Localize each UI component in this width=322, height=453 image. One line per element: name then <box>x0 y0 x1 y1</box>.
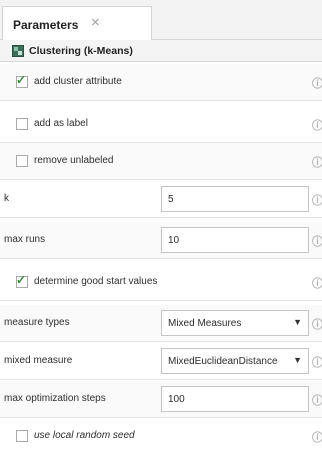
close-icon[interactable]: × <box>91 15 100 31</box>
checkmark-icon: ✓ <box>16 273 27 287</box>
param-row-use-local-random-seed: use local random seed ⓘ <box>0 418 322 453</box>
param-row-max-runs: max runs ⓘ <box>0 222 322 259</box>
param-row-measure-types: measure types Mixed Measures ▼ ⓘ <box>0 305 322 342</box>
max-runs-label: max runs <box>4 234 46 245</box>
k-field[interactable] <box>162 187 308 211</box>
max-runs-field[interactable] <box>162 228 308 252</box>
info-icon[interactable]: ⓘ <box>312 275 322 291</box>
param-row-add-as-label: add as label ⓘ <box>0 106 322 143</box>
tab-parameters[interactable]: Parameters × <box>2 6 152 41</box>
add-cluster-attribute-checkbox[interactable]: ✓ <box>16 73 28 88</box>
tab-title: Parameters <box>13 18 79 32</box>
remove-unlabeled-checkbox[interactable] <box>16 155 28 167</box>
info-icon[interactable]: ⓘ <box>312 354 322 370</box>
operator-title: Clustering (k-Means) <box>29 45 133 57</box>
k-field-box <box>161 186 309 212</box>
add-cluster-attribute-label: add cluster attribute <box>34 76 122 87</box>
k-label: k <box>4 193 9 204</box>
use-local-random-seed-checkbox[interactable] <box>16 430 28 442</box>
mixed-measure-label: mixed measure <box>4 355 73 366</box>
mixed-measure-select[interactable]: MixedEuclideanDistance ▼ <box>161 348 309 374</box>
panel-tab-bar: Parameters × <box>0 0 322 41</box>
max-runs-field-box <box>161 227 309 253</box>
operator-header: Clustering (k-Means) <box>0 40 322 62</box>
info-icon[interactable]: ⓘ <box>312 192 322 208</box>
max-optimization-steps-field[interactable] <box>162 387 308 411</box>
use-local-random-seed-label: use local random seed <box>34 430 135 441</box>
determine-good-start-values-label: determine good start values <box>34 276 158 287</box>
determine-good-start-values-checkbox[interactable]: ✓ <box>16 273 28 288</box>
max-optimization-steps-field-box <box>161 386 309 412</box>
param-row-mixed-measure: mixed measure MixedEuclideanDistance ▼ ⓘ <box>0 343 322 380</box>
dropdown-arrow-icon: ▼ <box>293 355 302 365</box>
info-icon[interactable]: ⓘ <box>312 75 322 91</box>
max-optimization-steps-label: max optimization steps <box>4 393 106 404</box>
info-icon[interactable]: ⓘ <box>312 392 322 408</box>
measure-types-select[interactable]: Mixed Measures ▼ <box>161 310 309 336</box>
info-icon[interactable]: ⓘ <box>312 429 322 445</box>
info-icon[interactable]: ⓘ <box>312 117 322 133</box>
info-icon[interactable]: ⓘ <box>312 316 322 332</box>
add-as-label-label: add as label <box>34 118 88 129</box>
clustering-operator-icon <box>12 45 24 57</box>
info-icon[interactable]: ⓘ <box>312 233 322 249</box>
checkmark-icon: ✓ <box>16 73 27 87</box>
add-as-label-checkbox[interactable] <box>16 118 28 130</box>
mixed-measure-value: MixedEuclideanDistance <box>168 356 278 367</box>
param-row-max-optimization-steps: max optimization steps ⓘ <box>0 381 322 418</box>
param-row-remove-unlabeled: remove unlabeled ⓘ <box>0 143 322 180</box>
param-row-k: k ⓘ <box>0 181 322 218</box>
remove-unlabeled-label: remove unlabeled <box>34 155 114 166</box>
param-row-add-cluster-attribute: ✓ add cluster attribute ⓘ <box>0 64 322 101</box>
measure-types-label: measure types <box>4 317 70 328</box>
dropdown-arrow-icon: ▼ <box>293 317 302 327</box>
param-row-determine-good-start-values: ✓ determine good start values ⓘ <box>0 264 322 301</box>
info-icon[interactable]: ⓘ <box>312 154 322 170</box>
measure-types-value: Mixed Measures <box>168 318 242 329</box>
